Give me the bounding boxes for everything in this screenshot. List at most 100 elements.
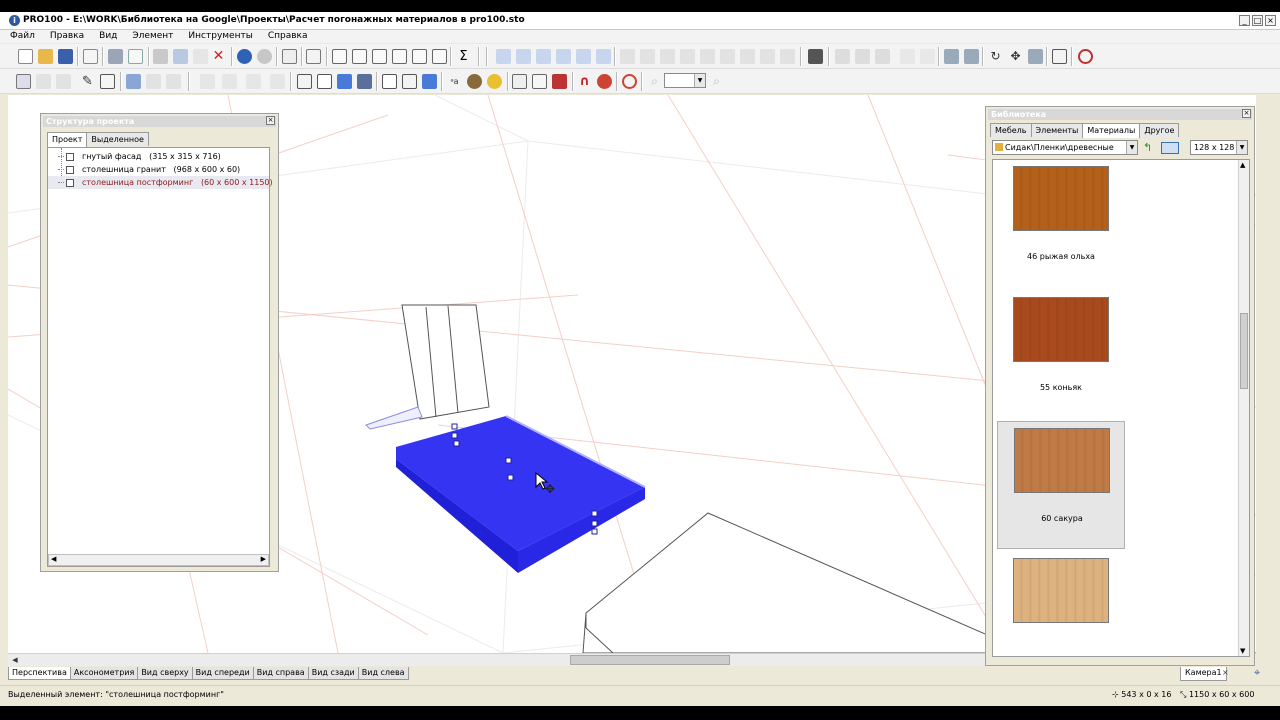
tab-materials[interactable]: Материалы (1082, 123, 1141, 138)
scroll-left-icon[interactable]: ◀ (51, 555, 56, 563)
box-wire-icon[interactable] (382, 74, 397, 89)
tree-item[interactable]: гнутый фасад (315 x 315 x 716) (48, 150, 269, 163)
chevron-down-icon[interactable]: ▼ (1236, 141, 1247, 154)
structure-close-icon[interactable]: × (266, 116, 275, 125)
report-2-icon[interactable] (352, 49, 367, 64)
menu-file[interactable]: Файл (0, 30, 40, 43)
tab-front-view[interactable]: Вид спереди (191, 667, 254, 680)
magnet-icon[interactable]: ∩ (577, 74, 592, 89)
export-icon[interactable] (83, 49, 98, 64)
print-icon[interactable] (108, 49, 123, 64)
move-up-icon[interactable] (944, 49, 959, 64)
minimize-button[interactable]: _ (1239, 15, 1250, 26)
pipette-icon[interactable]: ✎ (80, 74, 95, 89)
text-label-icon[interactable]: ᵃa (447, 74, 462, 89)
scroll-up-icon[interactable]: ▲ (1240, 161, 1245, 169)
select-pointer-icon[interactable] (16, 74, 31, 89)
tree-item-selected[interactable]: столешница постформинг (60 x 600 x 1150) (48, 176, 273, 189)
tab-top-view[interactable]: Вид сверху (137, 667, 193, 680)
tab-perspective[interactable]: Перспектива (8, 667, 71, 680)
report-3-icon[interactable] (372, 49, 387, 64)
align-front-icon[interactable] (576, 49, 591, 64)
tree-item[interactable]: столешница гранит (968 x 600 x 60) (48, 163, 269, 176)
tab-right-view[interactable]: Вид справа (252, 667, 309, 680)
undo-icon[interactable] (237, 49, 252, 64)
rotate-icon[interactable]: ↻ (988, 49, 1003, 64)
view-textured-icon[interactable] (357, 74, 372, 89)
visibility-checkbox[interactable] (66, 166, 74, 174)
thumb-size-select[interactable]: 128 x 128 ▼ (1190, 140, 1248, 155)
scroll-right-icon[interactable]: ▶ (261, 555, 266, 563)
hscroll-thumb[interactable] (570, 655, 730, 665)
box-shaded-icon[interactable] (422, 74, 437, 89)
tab-selected[interactable]: Выделенное (86, 132, 149, 146)
materials-vscrollbar[interactable]: ▲ ▼ (1238, 160, 1249, 656)
scroll-left-icon[interactable]: ◀ (10, 655, 20, 665)
rotate-element-icon[interactable] (100, 74, 115, 89)
target-2-icon[interactable] (622, 74, 637, 89)
align-top-icon[interactable] (536, 49, 551, 64)
material-item[interactable]: 46 рыжая ольха (997, 160, 1125, 288)
menu-tools[interactable]: Инструменты (178, 30, 257, 43)
price-icon[interactable] (412, 49, 427, 64)
tree-hscrollbar[interactable]: ◀ ▶ (48, 554, 269, 566)
library-panel-title[interactable]: Библиотека (988, 109, 1252, 120)
light-bulb-icon[interactable] (487, 74, 502, 89)
maximize-button[interactable]: □ (1252, 15, 1263, 26)
structure-panel-title[interactable]: Структура проекта (43, 116, 276, 127)
catalog-icon[interactable] (306, 49, 321, 64)
align-bottom-icon[interactable] (556, 49, 571, 64)
ungroup-icon[interactable] (855, 49, 870, 64)
print-preview-icon[interactable] (128, 49, 143, 64)
align-left-icon[interactable] (496, 49, 511, 64)
redo-icon[interactable] (257, 49, 272, 64)
cutting-icon[interactable] (392, 49, 407, 64)
library-path-select[interactable]: Сидак\Пленки\древесные ▼ (992, 140, 1138, 155)
material-item[interactable] (997, 552, 1125, 680)
open-folder-icon[interactable] (38, 49, 53, 64)
vscroll-thumb[interactable] (1240, 313, 1248, 389)
lock-icon[interactable] (875, 49, 890, 64)
move-down-icon[interactable] (964, 49, 979, 64)
tab-furniture[interactable]: Мебель (990, 123, 1032, 137)
align-center-icon[interactable] (516, 49, 531, 64)
folder-up-icon[interactable]: ↰ (1143, 142, 1155, 154)
dimension-icon[interactable] (1052, 49, 1067, 64)
anchor-icon[interactable] (126, 74, 141, 89)
view-hidden-icon[interactable] (317, 74, 332, 89)
scale-icon[interactable] (1028, 49, 1043, 64)
curved-facade-model[interactable] (401, 304, 490, 420)
order-icon[interactable] (432, 49, 447, 64)
sum-icon[interactable]: Σ (456, 49, 471, 64)
tab-camera[interactable]: Камера1 (1180, 667, 1227, 681)
tab-project[interactable]: Проект (47, 132, 88, 147)
save-icon[interactable] (58, 49, 73, 64)
view-shaded-icon[interactable] (337, 74, 352, 89)
view-wire-icon[interactable] (297, 74, 312, 89)
view-mode-icon[interactable] (1161, 142, 1179, 154)
material-item-selected[interactable]: 60 сакура (997, 421, 1125, 549)
add-camera-icon[interactable]: ⌖ (1254, 667, 1266, 679)
countertop-postforming-model[interactable] (396, 415, 646, 573)
chevron-down-icon[interactable]: ▼ (694, 74, 705, 87)
menu-element[interactable]: Элемент (122, 30, 178, 43)
align-back-icon[interactable] (596, 49, 611, 64)
group-icon[interactable] (835, 49, 850, 64)
material-item[interactable]: 55 коньяк (997, 291, 1125, 419)
move-icon[interactable]: ✥ (1008, 49, 1023, 64)
materials-icon[interactable] (467, 74, 482, 89)
grid-snap-icon[interactable] (808, 49, 823, 64)
camera-close-icon[interactable]: × (1222, 668, 1229, 677)
report-icon[interactable] (332, 49, 347, 64)
snap-icon[interactable] (597, 74, 612, 89)
library-close-icon[interactable]: × (1242, 109, 1251, 118)
zoom-select[interactable]: ▼ (664, 73, 706, 88)
target-icon[interactable] (1078, 49, 1093, 64)
tab-other[interactable]: Другое (1139, 123, 1180, 137)
ruler-icon[interactable] (532, 74, 547, 89)
tab-axonometry[interactable]: Аксонометрия (69, 667, 139, 680)
tab-left-view[interactable]: Вид слева (357, 667, 409, 680)
menu-edit[interactable]: Правка (40, 30, 89, 43)
cut-icon[interactable] (153, 49, 168, 64)
tab-back-view[interactable]: Вид сзади (307, 667, 359, 680)
